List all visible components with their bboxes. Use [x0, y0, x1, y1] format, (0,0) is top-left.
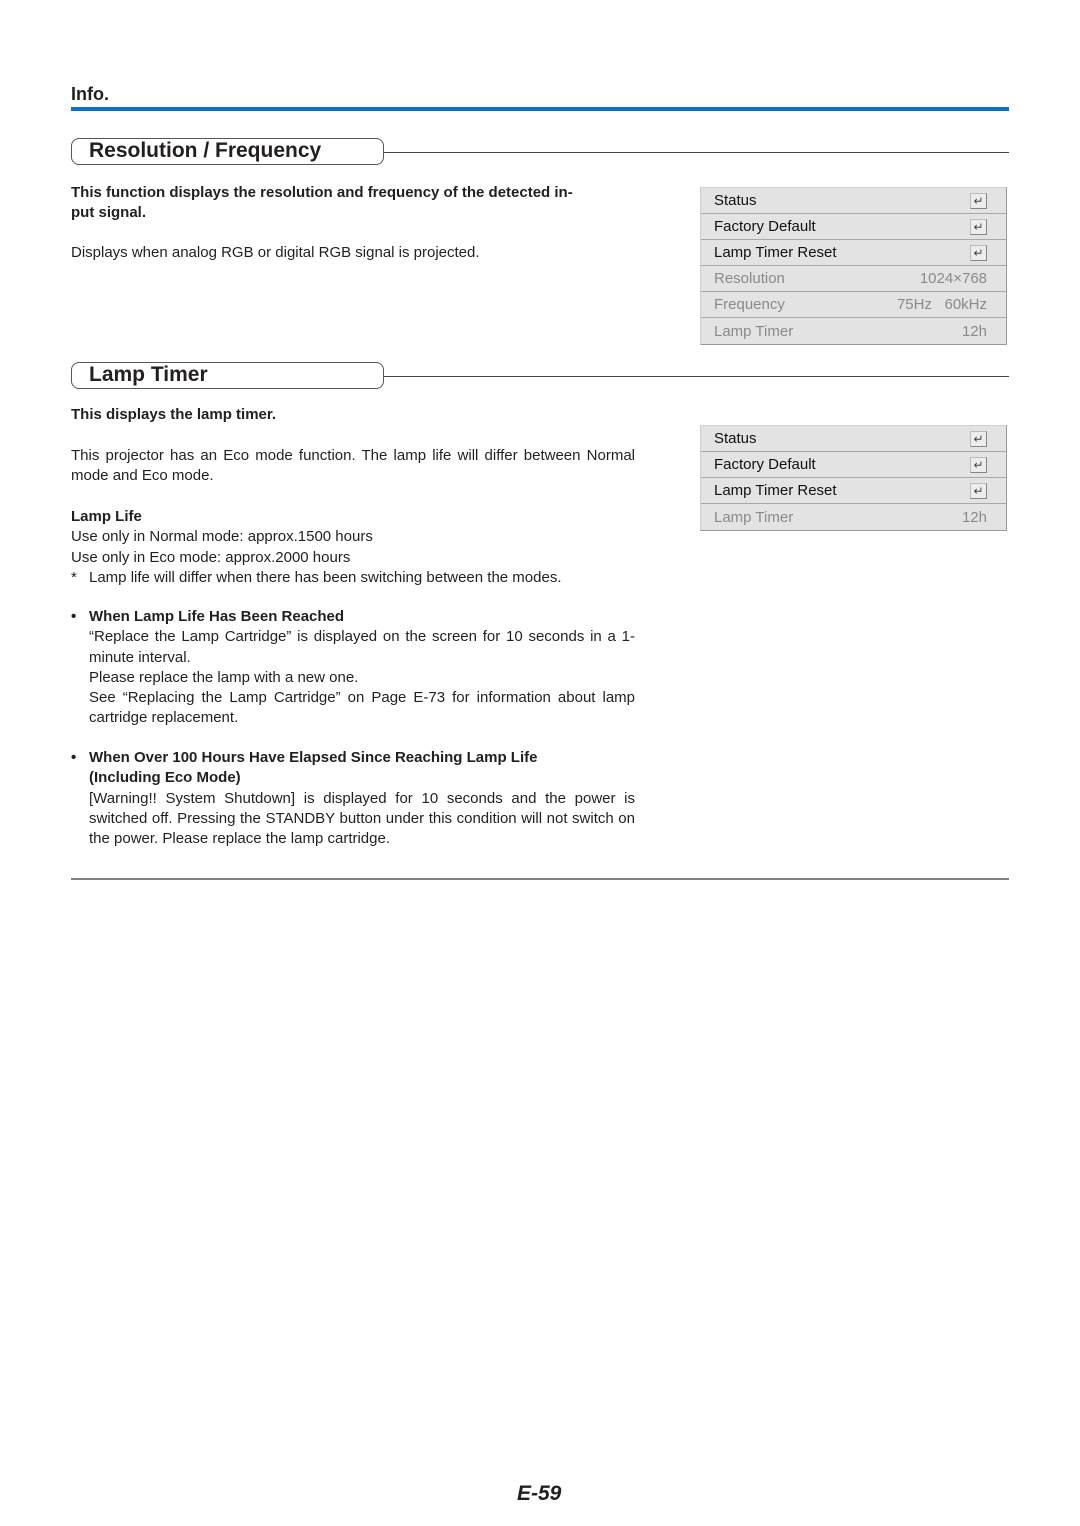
menu-item-status[interactable]: Status ↵	[701, 426, 1006, 452]
item-line: “Replace the Lamp Cartridge” is displaye…	[89, 628, 635, 666]
page-number: E-59	[517, 1482, 562, 1505]
menu-item-lamp-timer-reset[interactable]: Lamp Timer Reset ↵	[701, 478, 1006, 504]
section-title-lamp-timer: Lamp Timer	[71, 362, 384, 389]
menu-item-label: Frequency	[714, 296, 785, 313]
enter-icon[interactable]: ↵	[970, 192, 987, 209]
menu-item-lamp-timer-reset[interactable]: Lamp Timer Reset ↵	[701, 240, 1006, 266]
enter-icon[interactable]: ↵	[970, 456, 987, 473]
item-heading: When Lamp Life Has Been Reached	[89, 608, 345, 625]
osd-menu-info: Status ↵ Factory Default ↵ Lamp Timer Re…	[700, 187, 1007, 345]
menu-item-label: Lamp Timer Reset	[714, 244, 837, 261]
note-text: Lamp life will differ when there has bee…	[89, 568, 562, 586]
menu-item-frequency: Frequency 75Hz 60kHz	[701, 292, 1006, 318]
lamp-life-eco: Use only in Eco mode: approx.2000 hours	[71, 548, 351, 566]
frequency-value: 75Hz 60kHz	[896, 296, 987, 313]
resolution-body-text: Displays when analog RGB or digital RGB …	[71, 244, 480, 261]
section-divider	[384, 152, 1009, 153]
menu-item-factory-default[interactable]: Factory Default ↵	[701, 452, 1006, 478]
bullet-icon: •	[71, 608, 77, 625]
enter-icon[interactable]: ↵	[970, 482, 987, 499]
bullet-icon: •	[71, 749, 77, 766]
menu-item-label: Status	[714, 192, 757, 209]
menu-item-label: Factory Default	[714, 456, 816, 473]
enter-icon[interactable]: ↵	[970, 218, 987, 235]
lamp-timer-lead-text: This displays the lamp timer.	[71, 406, 277, 423]
resolution-lead-text: This function displays the resolution an…	[71, 183, 651, 224]
section-title-text: Lamp Timer	[89, 363, 208, 386]
header-rule	[71, 107, 1009, 111]
menu-item-label: Status	[714, 430, 757, 447]
menu-item-status[interactable]: Status ↵	[701, 188, 1006, 214]
section-title-resolution-frequency: Resolution / Frequency	[71, 138, 384, 165]
lead-line-2: put signal.	[71, 204, 146, 222]
osd-menu-lamp-timer: Status ↵ Factory Default ↵ Lamp Timer Re…	[700, 425, 1007, 531]
menu-item-lamp-timer: Lamp Timer 12h	[701, 318, 1006, 344]
section-title-text: Resolution / Frequency	[89, 139, 322, 162]
lamp-life-heading: Lamp Life	[71, 508, 142, 525]
lamp-life-block: Lamp Life Use only in Normal mode: appro…	[71, 507, 651, 588]
item-line: Please replace the lamp with a new one.	[89, 668, 359, 686]
lamp-timer-value: 12h	[961, 322, 987, 340]
menu-item-resolution: Resolution 1024×768	[701, 266, 1006, 292]
lamp-item-life-reached: • When Lamp Life Has Been Reached “Repla…	[71, 607, 635, 729]
item-line: [Warning!! System Shutdown] is displayed…	[89, 789, 635, 848]
menu-item-lamp-timer: Lamp Timer 12h	[701, 504, 1006, 530]
lamp-life-note: * Lamp life will differ when there has b…	[71, 568, 651, 588]
resolution-value: 1024×768	[919, 270, 987, 287]
menu-item-label: Resolution	[714, 270, 785, 287]
item-line: See “Replacing the Lamp Cartridge” on Pa…	[89, 689, 635, 727]
lead-line-1: This function displays the resolution an…	[71, 184, 573, 201]
menu-item-label: Lamp Timer	[714, 322, 794, 340]
enter-icon[interactable]: ↵	[970, 430, 987, 447]
footer-rule	[71, 878, 1009, 880]
lamp-item-over-100-hours: • When Over 100 Hours Have Elapsed Since…	[71, 748, 635, 849]
lamp-timer-intro: This projector has an Eco mode function.…	[71, 447, 635, 485]
item-heading: When Over 100 Hours Have Elapsed Since R…	[89, 749, 538, 787]
enter-icon[interactable]: ↵	[970, 244, 987, 261]
menu-item-factory-default[interactable]: Factory Default ↵	[701, 214, 1006, 240]
lamp-life-normal: Use only in Normal mode: approx.1500 hou…	[71, 528, 373, 546]
lamp-timer-value: 12h	[961, 508, 987, 526]
section-divider	[384, 376, 1009, 377]
note-mark: *	[71, 568, 77, 586]
menu-item-label: Lamp Timer	[714, 508, 794, 526]
section-label: Info.	[71, 84, 109, 104]
menu-item-label: Lamp Timer Reset	[714, 482, 837, 499]
menu-item-label: Factory Default	[714, 218, 816, 235]
